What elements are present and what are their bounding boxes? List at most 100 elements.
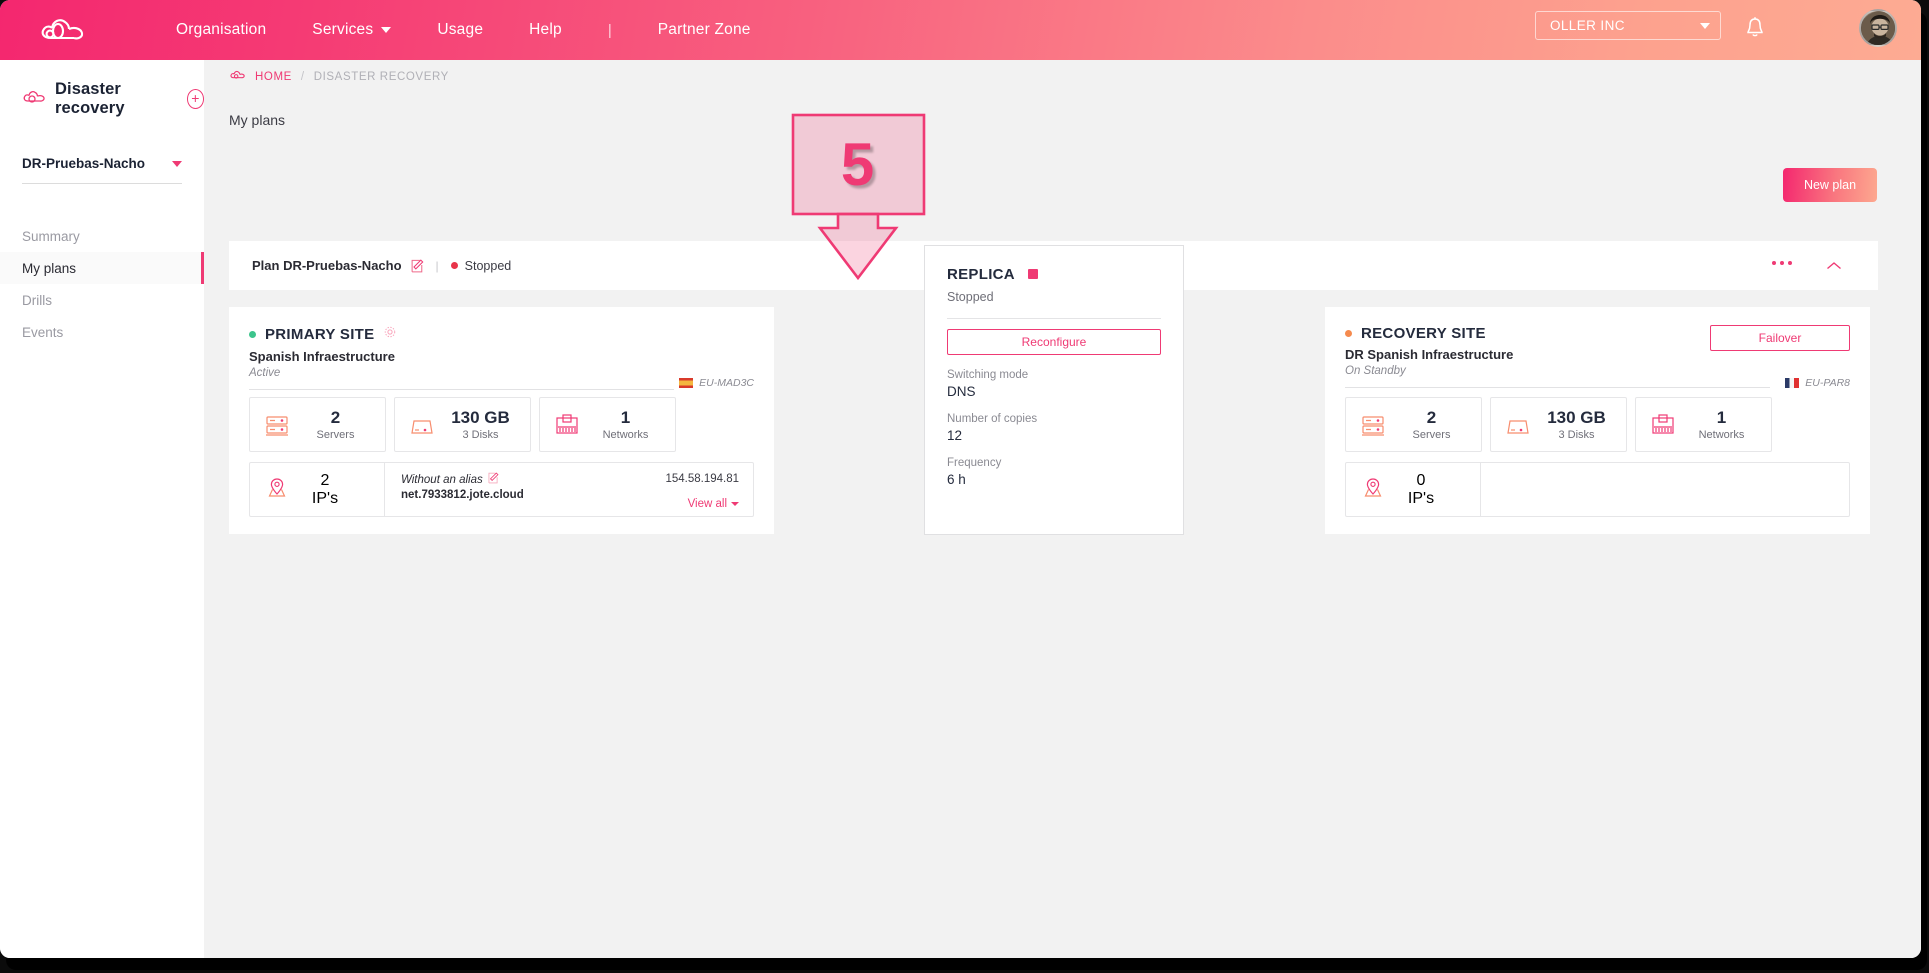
breadcrumb-home[interactable]: HOME [255,71,292,83]
bell-icon[interactable] [1744,15,1766,41]
nav-help-label: Help [529,21,562,38]
sidebar-item-my-plans[interactable]: My plans [0,252,204,284]
breadcrumb: HOME / DISASTER RECOVERY [229,69,1921,84]
sidebar-item-summary[interactable]: Summary [0,220,204,252]
replica-header: REPLICA [947,266,1161,284]
metric-servers-label: Servers [316,429,355,441]
metric-disks: 130 GB 3 Disks [394,397,531,452]
cloud-logo-icon[interactable] [38,13,90,47]
sidebar: Disaster recovery + DR-Pruebas-Nacho Sum… [0,60,204,958]
status-dot [450,262,458,269]
nav-usage[interactable]: Usage [437,21,483,39]
pencil-icon[interactable] [411,258,424,273]
primary-site-region: EU-MAD3C [679,377,754,389]
field-value: 12 [947,428,963,443]
sidebar-item-label: Drills [22,292,52,308]
sidebar-item-events[interactable]: Events [0,316,204,348]
ip-address: 154.58.194.81 [665,473,739,485]
chevron-down-icon [1700,22,1710,29]
metric-servers: 2 Servers [249,397,386,452]
field-label: Number of copies [947,413,1038,425]
ip-count: 2 [320,471,330,489]
plan-selector[interactable]: DR-Pruebas-Nacho [22,156,182,184]
primary-site-card: PRIMARY SITE Spanish Infraestructure Act… [229,307,774,534]
sidebar-nav: Summary My plans Drills Events [0,220,204,348]
server-icon [1358,410,1388,440]
replica-field-frequency: Frequency 6 h [947,457,1161,487]
failover-button[interactable]: Failover [1710,325,1850,351]
divider [1345,387,1770,388]
sidebar-service-header: Disaster recovery + [22,80,204,118]
metric-networks-label: Networks [1698,429,1745,441]
replica-state: Stopped [947,290,994,304]
nav-usage-label: Usage [437,21,484,38]
metric-disks-label: 3 Disks [1558,429,1595,441]
divider [947,318,1161,319]
view-all-label: View all [687,498,727,510]
more-dots-icon[interactable] [1772,261,1792,265]
primary-site-metrics: 2 Servers 130 GB 3 Disks 1 Networks [249,397,676,452]
main-nav: Organisation Services Usage Help | Partn… [176,21,797,39]
view-all-link[interactable]: View all [688,498,739,510]
metric-disks-label: 3 Disks [462,429,499,441]
field-label: Switching mode [947,369,1029,381]
ip-count-label: IP's [1407,489,1435,507]
plan-status: Stopped [464,258,512,273]
chevron-down-icon [381,27,392,33]
metric-servers-value: 2 [330,408,341,427]
app-window: Organisation Services Usage Help | Partn… [0,0,1921,958]
metric-networks-label: Networks [602,429,649,441]
new-plan-button[interactable]: New plan [1783,168,1877,202]
sidebar-item-drills[interactable]: Drills [0,284,204,316]
recovery-site-name: RECOVERY SITE [1361,325,1486,342]
gear-icon[interactable] [383,325,397,344]
organisation-selector-value: OLLER INC [1550,18,1625,33]
replica-field-switching-mode: Switching mode DNS [947,369,1161,399]
nav-services[interactable]: Services [312,21,392,39]
recovery-site-card: RECOVERY SITE DR Spanish Infraestructure… [1325,307,1870,534]
metric-servers: 2 Servers [1345,397,1482,452]
add-plan-button[interactable]: + [186,89,204,109]
reconfigure-button[interactable]: Reconfigure [947,329,1161,355]
es-flag-icon [679,378,694,388]
recovery-site-region: EU-PAR8 [1785,377,1850,389]
metric-servers-label: Servers [1412,429,1451,441]
metric-networks: 1 Networks [1635,397,1772,452]
status-dot [249,331,256,338]
chevron-down-icon [172,160,182,167]
metric-networks-value: 1 [1716,408,1727,427]
recovery-site-state: On Standby [1345,365,1406,377]
recovery-site-ip-row: 0 IP's [1345,462,1850,517]
stopped-square-icon [1028,269,1039,279]
primary-site-ip-row: 2 IP's Without an alias net.7933812.jote… [249,462,754,517]
nav-separator: | [607,21,612,39]
plan-title: Plan DR-Pruebas-Nacho [252,258,402,273]
location-pin-icon [1358,472,1388,507]
nav-help[interactable]: Help [529,21,562,39]
nav-partner-zone[interactable]: Partner Zone [658,21,751,39]
disk-icon [407,410,437,440]
replica-name: REPLICA [947,266,1015,283]
recovery-site-ip-detail [1481,463,1849,516]
recovery-site-region-label: EU-PAR8 [1805,377,1850,389]
pencil-icon[interactable] [488,472,499,487]
nav-organisation[interactable]: Organisation [176,21,266,39]
ip-count: 0 [1416,471,1426,489]
server-icon [262,410,292,440]
avatar[interactable] [1859,9,1897,47]
chevron-up-icon[interactable] [1826,258,1842,276]
metric-disks-value: 130 GB [451,408,510,427]
sidebar-service-title: Disaster recovery [55,80,125,117]
field-label: Frequency [947,457,1002,469]
cloud-icon [229,69,246,84]
replica-card: REPLICA Stopped Reconfigure Switching mo… [924,245,1184,535]
organisation-selector[interactable]: OLLER INC [1535,11,1721,40]
disk-icon [1503,410,1533,440]
recovery-site-metrics: 2 Servers 130 GB 3 Disks 1 Networks [1345,397,1772,452]
cloud-icon [22,88,46,111]
breadcrumb-current: DISASTER RECOVERY [313,70,449,83]
replica-field-number-of-copies: Number of copies 12 [947,413,1161,443]
network-icon [552,410,582,440]
divider [249,389,674,390]
primary-site-header: PRIMARY SITE [249,325,754,344]
